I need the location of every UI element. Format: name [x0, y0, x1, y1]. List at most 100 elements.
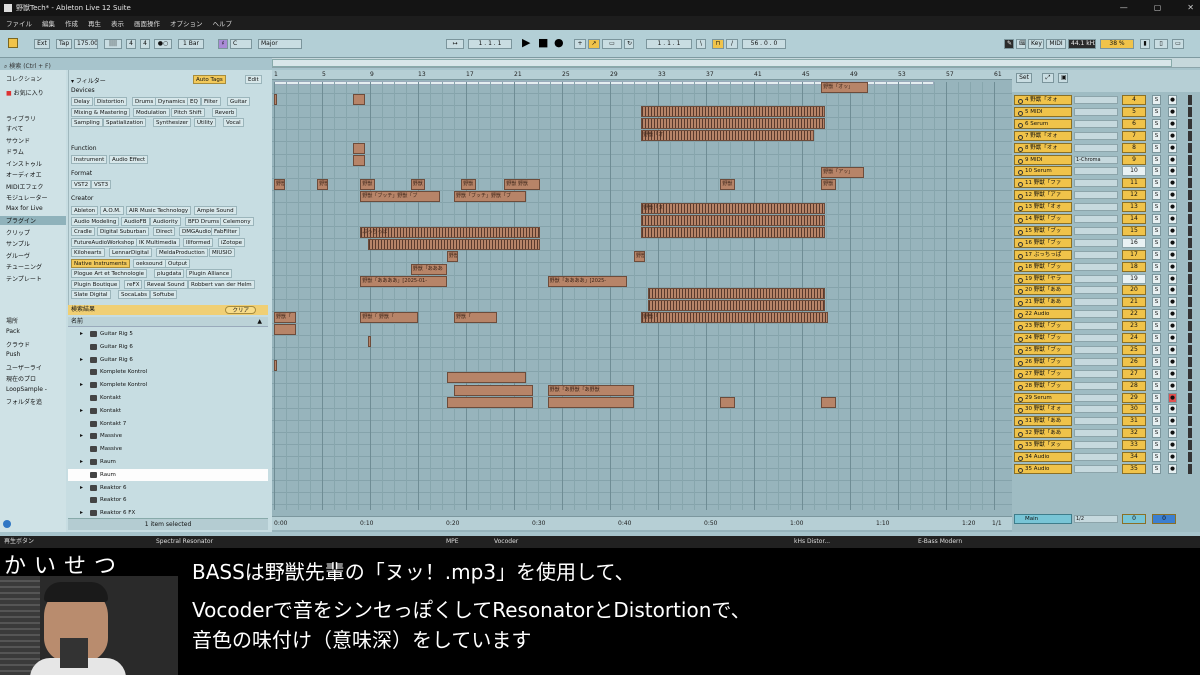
- key-select[interactable]: C: [230, 39, 252, 49]
- overview-visible-range[interactable]: [272, 59, 1172, 67]
- arm-button[interactable]: ●: [1168, 190, 1177, 201]
- track-play-icon[interactable]: [1018, 265, 1023, 271]
- track-name[interactable]: 7 野獣「オォ: [1014, 130, 1072, 141]
- filter-tag[interactable]: Illformed: [183, 237, 214, 247]
- arm-button[interactable]: ●: [1168, 154, 1177, 165]
- track-lane[interactable]: [272, 469, 1012, 482]
- format-heading[interactable]: Format: [71, 170, 92, 177]
- filter-tag[interactable]: Guitar: [227, 97, 251, 106]
- library-item[interactable]: インストゥル: [6, 159, 42, 168]
- clip[interactable]: [641, 106, 825, 118]
- filter-tag[interactable]: Softube: [150, 290, 178, 299]
- track-name[interactable]: 27 野獣「ブッ: [1014, 368, 1072, 379]
- add-folder-icon[interactable]: [3, 520, 11, 528]
- place-item[interactable]: LoopSample -: [6, 386, 47, 393]
- track-play-icon[interactable]: [1018, 289, 1023, 295]
- menu-file[interactable]: ファイル: [6, 18, 32, 28]
- clip[interactable]: 野獣: [461, 178, 476, 190]
- arm-button[interactable]: ●: [1168, 106, 1177, 117]
- track-name[interactable]: 13 野獣「オォ: [1014, 202, 1072, 213]
- browser-list-item[interactable]: Massive: [68, 443, 268, 455]
- solo-button[interactable]: S: [1152, 368, 1161, 379]
- track-play-icon[interactable]: [1018, 372, 1023, 378]
- solo-button[interactable]: S: [1152, 380, 1161, 391]
- library-item[interactable]: Max for Live: [6, 205, 43, 212]
- track-play-icon[interactable]: [1018, 194, 1023, 200]
- main-volume[interactable]: 0: [1122, 513, 1146, 524]
- track-input-slot[interactable]: [1074, 405, 1118, 414]
- device-spectral-resonator[interactable]: Spectral Resonator: [156, 536, 213, 548]
- filter-tag[interactable]: MIUSIO: [209, 248, 235, 257]
- filter-tag[interactable]: Modulation: [133, 107, 170, 117]
- solo-button[interactable]: S: [1152, 106, 1161, 117]
- track-lane[interactable]: [272, 155, 1012, 167]
- solo-button[interactable]: S: [1152, 344, 1161, 355]
- track-input-slot[interactable]: [1074, 345, 1118, 354]
- arm-button[interactable]: ●: [1168, 214, 1177, 224]
- track-input-slot[interactable]: [1074, 203, 1118, 212]
- track-input-slot[interactable]: 1-Chroma: [1074, 155, 1118, 164]
- clear-button[interactable]: クリア: [225, 306, 256, 314]
- track-lane[interactable]: [272, 372, 1012, 385]
- solo-button[interactable]: S: [1152, 142, 1161, 153]
- auto-tags-toggle[interactable]: Auto Tags: [193, 75, 226, 84]
- track-activator[interactable]: 8: [1122, 142, 1146, 153]
- track-play-icon[interactable]: [1018, 277, 1023, 283]
- filter-tag[interactable]: MeldaProduction: [156, 248, 208, 257]
- clip[interactable]: [446, 396, 534, 408]
- track-input-slot[interactable]: [1074, 334, 1118, 342]
- clip[interactable]: 野獣: [274, 178, 285, 190]
- track-play-icon[interactable]: [1018, 313, 1023, 319]
- track-lane[interactable]: [272, 397, 1012, 409]
- track-name[interactable]: 34 Audio: [1014, 452, 1072, 462]
- play-icon[interactable]: ▶: [522, 37, 530, 49]
- library-item[interactable]: ドラム: [6, 147, 24, 156]
- expand-arrow-icon[interactable]: ▸: [80, 430, 83, 442]
- filter-tag[interactable]: FabFilter: [211, 227, 241, 236]
- filter-tag[interactable]: Ampie Sound: [194, 206, 237, 215]
- draw-mode-icon[interactable]: ✎: [1004, 39, 1014, 49]
- clip[interactable]: [821, 396, 836, 408]
- track-lane[interactable]: [272, 179, 1012, 191]
- arm-button[interactable]: ●: [1168, 273, 1177, 284]
- solo-button[interactable]: S: [1152, 130, 1161, 141]
- arm-button[interactable]: ●: [1168, 380, 1177, 391]
- track-activator[interactable]: 31: [1122, 416, 1146, 427]
- main-output-slot[interactable]: 1/2: [1074, 514, 1118, 523]
- solo-button[interactable]: S: [1152, 440, 1161, 451]
- menu-navigate[interactable]: 画面操作: [134, 18, 160, 28]
- track-input-slot[interactable]: [1074, 381, 1118, 390]
- track-input-slot[interactable]: [1074, 131, 1118, 140]
- solo-button[interactable]: S: [1152, 178, 1161, 189]
- arm-button[interactable]: ●: [1168, 309, 1177, 320]
- track-activator[interactable]: 21: [1122, 297, 1146, 308]
- song-position[interactable]: 1 . 1 . 1: [468, 39, 512, 49]
- track-play-icon[interactable]: [1018, 325, 1023, 331]
- expand-arrow-icon[interactable]: ▸: [80, 328, 83, 340]
- track-name[interactable]: 11 野獣「ファ: [1014, 178, 1072, 189]
- time-sig-numerator[interactable]: 4: [126, 39, 136, 49]
- arm-button[interactable]: ●: [1168, 285, 1177, 296]
- clip[interactable]: 野獣 野獣: [504, 178, 541, 190]
- expand-arrow-icon[interactable]: ▸: [80, 354, 83, 366]
- arm-button[interactable]: ●: [1168, 452, 1177, 462]
- track-activator[interactable]: 22: [1122, 309, 1146, 320]
- filter-tag[interactable]: Plugin Alliance: [186, 269, 233, 278]
- track-lane[interactable]: [272, 360, 1012, 373]
- arrangement-overview[interactable]: [272, 58, 1200, 68]
- place-item[interactable]: ユーザーライ: [6, 363, 42, 372]
- filter-tag[interactable]: Digital Suburban: [97, 227, 150, 236]
- track-play-icon[interactable]: [1018, 206, 1023, 212]
- clip[interactable]: 野獣「アッ」: [821, 166, 865, 178]
- scale-select[interactable]: Major: [258, 39, 302, 49]
- metronome-button[interactable]: ●○: [154, 39, 172, 49]
- loop-start[interactable]: 1 . 1 . 1: [646, 39, 692, 49]
- track-lane[interactable]: [272, 264, 1012, 276]
- solo-button[interactable]: S: [1152, 463, 1161, 474]
- arm-button[interactable]: ●: [1168, 237, 1177, 248]
- filter-tag[interactable]: Direct: [153, 227, 176, 236]
- track-input-slot[interactable]: [1074, 393, 1118, 402]
- filter-tag[interactable]: Drums: [132, 97, 157, 106]
- arrangement-view[interactable]: 1 5 9 13 17 21 25 29 33 37 41 45 49 53 57 61 野獣「オッ」 野獣「オ…: [272, 70, 1012, 532]
- library-item[interactable]: クリップ: [6, 228, 30, 237]
